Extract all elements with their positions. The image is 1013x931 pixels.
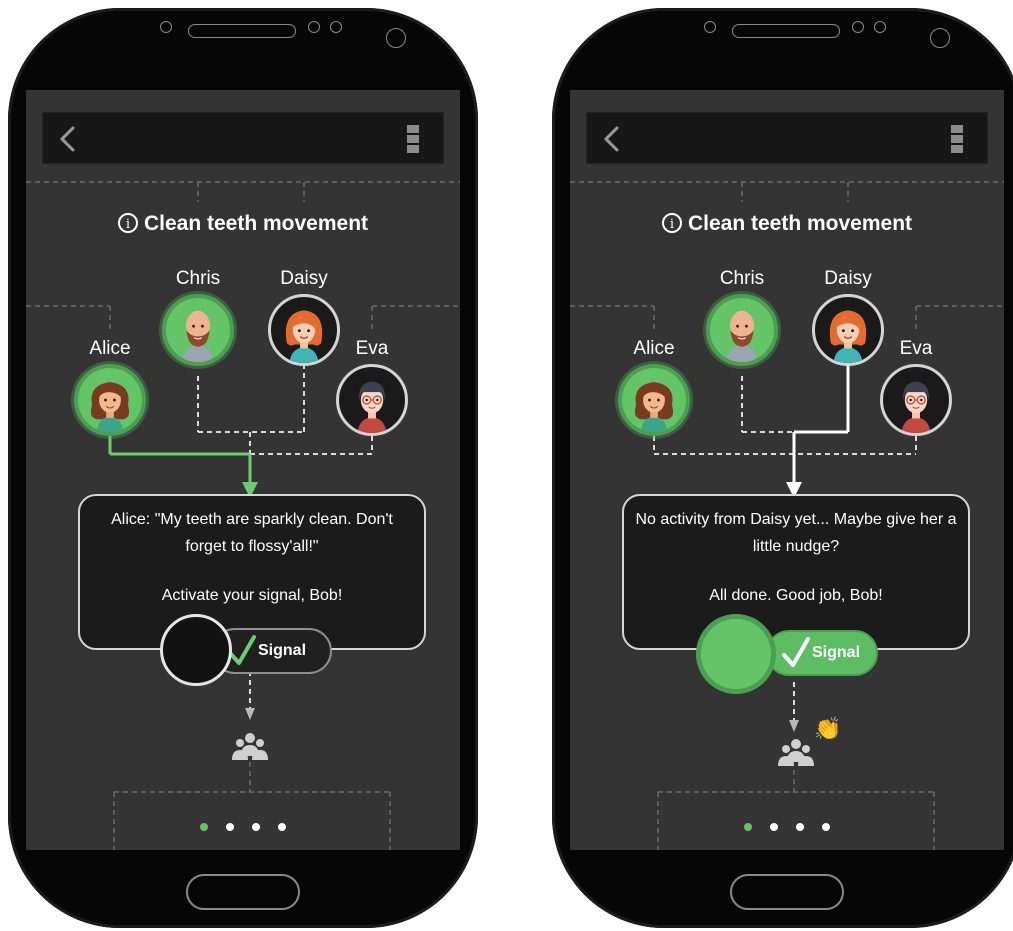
checkmark-icon bbox=[782, 637, 810, 669]
page-title: i Clean teeth movement bbox=[570, 212, 1004, 236]
avatar-alice[interactable] bbox=[618, 364, 690, 436]
member-name-eva: Eva bbox=[899, 338, 933, 359]
message-text: Alice: "My teeth are sparkly clean. Don'… bbox=[111, 511, 393, 555]
signal-label: Signal bbox=[258, 642, 307, 659]
page-dot[interactable] bbox=[770, 823, 778, 831]
info-icon[interactable]: i bbox=[661, 213, 682, 233]
message-text: No activity from Daisy yet... Maybe give… bbox=[635, 511, 957, 555]
page-dot-active[interactable] bbox=[744, 823, 752, 831]
sensor-dot bbox=[330, 21, 342, 33]
member-name-alice: Alice bbox=[633, 338, 675, 359]
avatar-alice[interactable] bbox=[74, 364, 146, 436]
clapping-hands-emoji: 👏 bbox=[814, 716, 842, 741]
page-indicator bbox=[570, 818, 1004, 831]
page-dot-active[interactable] bbox=[200, 823, 208, 831]
page-dot[interactable] bbox=[226, 823, 234, 831]
avatar-eva[interactable] bbox=[336, 364, 408, 436]
checkmark-icon bbox=[228, 635, 256, 667]
page-title: i Clean teeth movement bbox=[26, 212, 460, 236]
sensor-dot bbox=[160, 21, 172, 33]
avatar-chris[interactable] bbox=[706, 294, 778, 366]
group-icon bbox=[778, 736, 814, 770]
member-name-chris: Chris bbox=[719, 268, 765, 289]
avatar-eva[interactable] bbox=[880, 364, 952, 436]
message-prompt: All done. Good job, Bob! bbox=[709, 587, 883, 604]
sensor-dot bbox=[874, 21, 886, 33]
app-screen: i Clean teeth movement Alice Chris Daisy … bbox=[26, 90, 460, 850]
signal-label: Signal bbox=[812, 644, 861, 661]
page-indicator bbox=[26, 818, 460, 831]
earpiece-speaker bbox=[188, 24, 296, 38]
phone-mockup-right: i Clean teeth movement Alice Chris Daisy … bbox=[552, 8, 1013, 928]
message-prompt: Activate your signal, Bob! bbox=[161, 587, 343, 604]
page-dot[interactable] bbox=[796, 823, 804, 831]
home-button[interactable] bbox=[730, 874, 844, 910]
front-camera bbox=[930, 28, 950, 48]
member-name-daisy: Daisy bbox=[280, 268, 328, 289]
member-name-chris: Chris bbox=[175, 268, 221, 289]
signal-button[interactable]: Signal bbox=[766, 630, 878, 676]
member-name-alice: Alice bbox=[89, 338, 131, 359]
page-dot[interactable] bbox=[252, 823, 260, 831]
sensor-dot bbox=[308, 21, 320, 33]
front-camera bbox=[386, 28, 406, 48]
earpiece-speaker bbox=[732, 24, 840, 38]
page-title-text: Clean teeth movement bbox=[143, 212, 369, 235]
home-button[interactable] bbox=[186, 874, 300, 910]
avatar-chris[interactable] bbox=[162, 294, 234, 366]
group-icon bbox=[232, 730, 268, 764]
app-screen: i Clean teeth movement Alice Chris Daisy … bbox=[570, 90, 1004, 850]
member-name-eva: Eva bbox=[355, 338, 389, 359]
avatar-bob bbox=[696, 614, 776, 694]
member-name-daisy: Daisy bbox=[824, 268, 872, 289]
sensor-dot bbox=[852, 21, 864, 33]
avatar-bob bbox=[160, 614, 232, 686]
sensor-dot bbox=[704, 21, 716, 33]
message-bubble: No activity from Daisy yet... Maybe give… bbox=[622, 494, 970, 650]
phone-mockup-left: i Clean teeth movement Alice Chris Daisy … bbox=[8, 8, 478, 928]
info-icon[interactable]: i bbox=[117, 213, 138, 233]
message-bubble: Alice: "My teeth are sparkly clean. Don'… bbox=[78, 494, 426, 650]
page-title-text: Clean teeth movement bbox=[687, 212, 913, 235]
page-dot[interactable] bbox=[822, 823, 830, 831]
page-dot[interactable] bbox=[278, 823, 286, 831]
